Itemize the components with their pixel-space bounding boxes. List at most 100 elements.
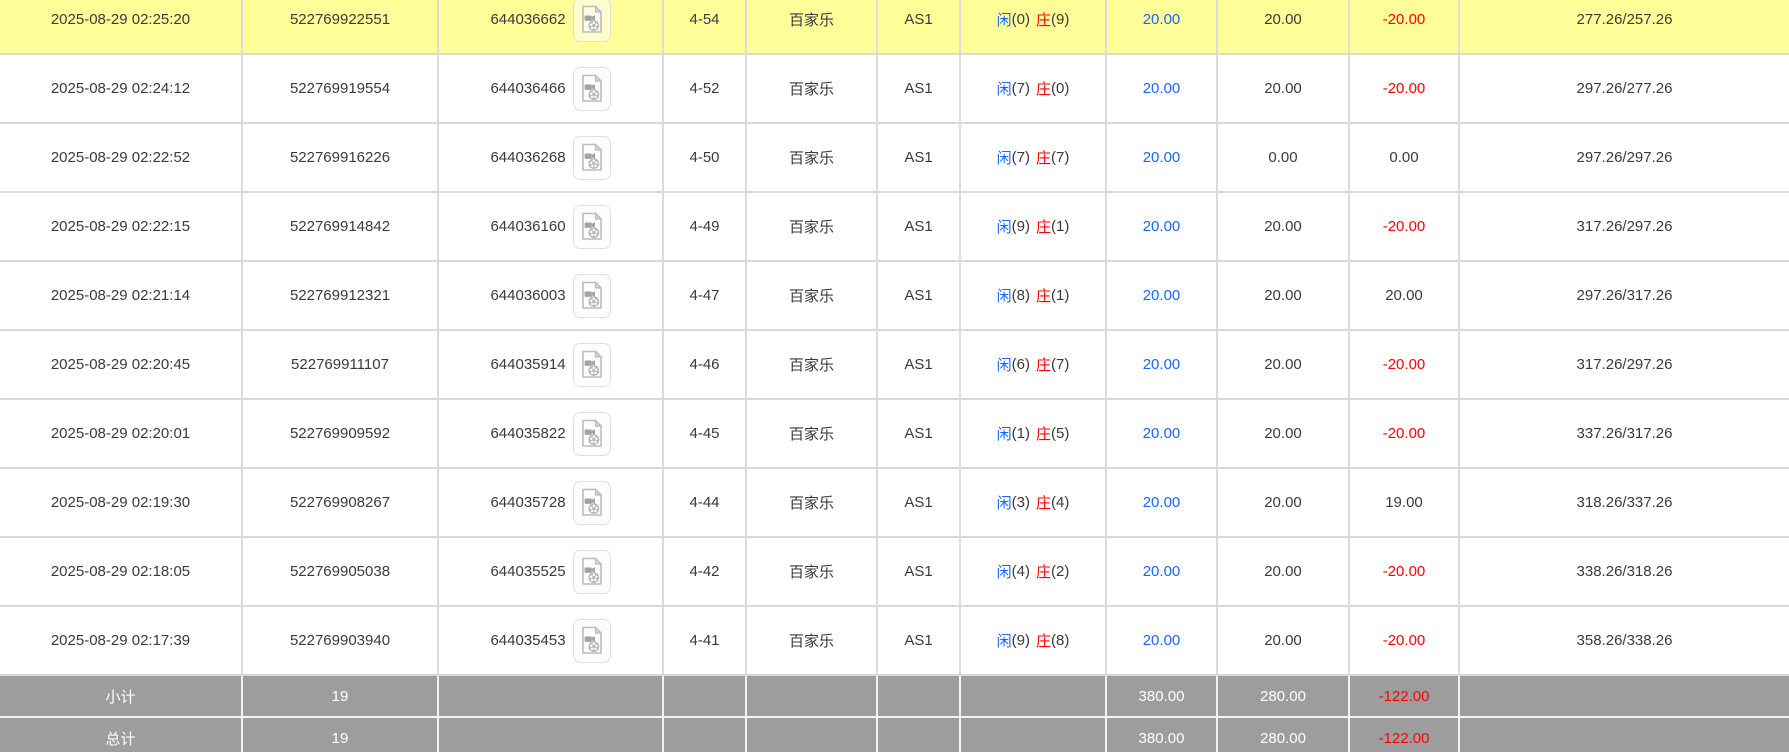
cell-round: 4-47 bbox=[664, 262, 747, 329]
table-row: 2025-08-29 02:20:45522769911107644035914… bbox=[0, 331, 1789, 400]
replay-video-button[interactable] bbox=[573, 343, 611, 387]
replay-video-button[interactable] bbox=[573, 0, 611, 42]
cell-valid-amount: 0.00 bbox=[1218, 124, 1350, 191]
cell-round-text: 4-50 bbox=[689, 149, 719, 166]
cell-valid-amount: 20.00 bbox=[1218, 331, 1350, 398]
table-row: 2025-08-29 02:24:12522769919554644036466… bbox=[0, 55, 1789, 124]
cell-time: 2025-08-29 02:18:05 bbox=[0, 538, 243, 605]
summary-cell-time: 小计 bbox=[0, 676, 243, 716]
summary-win_loss_total: -122.00 bbox=[1379, 688, 1430, 705]
cell-bet-amount-text: 20.00 bbox=[1143, 563, 1181, 580]
banker-score: (0) bbox=[1051, 80, 1069, 97]
cell-game-id-text: 644036160 bbox=[490, 218, 565, 235]
cell-bet-amount: 20.00 bbox=[1107, 538, 1218, 605]
replay-video-button[interactable] bbox=[573, 619, 611, 663]
cell-time-text: 2025-08-29 02:22:15 bbox=[51, 218, 190, 235]
banker-score: (1) bbox=[1051, 287, 1069, 304]
cell-bet-amount-text: 20.00 bbox=[1143, 149, 1181, 166]
bet-history-table-view: 2025-08-29 02:25:20522769922551644036662… bbox=[0, 0, 1789, 752]
cell-bet-amount: 20.00 bbox=[1107, 193, 1218, 260]
cell-game-id: 644035525 bbox=[439, 538, 664, 605]
summary-cell-game-id bbox=[439, 676, 664, 716]
cell-balance-text: 297.26/277.26 bbox=[1577, 80, 1673, 97]
cell-table: AS1 bbox=[878, 400, 961, 467]
cell-valid-amount-text: 20.00 bbox=[1264, 494, 1302, 511]
cell-game-type-text: 百家乐 bbox=[789, 354, 834, 375]
cell-balance: 297.26/317.26 bbox=[1460, 262, 1789, 329]
bet-rows: 2025-08-29 02:25:20522769922551644036662… bbox=[0, 0, 1789, 676]
cell-game-type-text: 百家乐 bbox=[789, 630, 834, 651]
bet-history-table: 2025-08-29 02:25:20522769922551644036662… bbox=[0, 0, 1789, 752]
cell-round: 4-46 bbox=[664, 331, 747, 398]
banker-label: 庄 bbox=[1036, 354, 1051, 375]
replay-video-button[interactable] bbox=[573, 205, 611, 249]
cell-game-type-text: 百家乐 bbox=[789, 216, 834, 237]
banker-score: (1) bbox=[1051, 218, 1069, 235]
cell-time-text: 2025-08-29 02:22:52 bbox=[51, 149, 190, 166]
cell-game-id-text: 644035525 bbox=[490, 563, 565, 580]
cell-win-loss: 19.00 bbox=[1350, 469, 1460, 536]
video-file-icon bbox=[580, 557, 604, 586]
player-score: (1) bbox=[1012, 425, 1030, 442]
cell-round-text: 4-47 bbox=[689, 287, 719, 304]
replay-video-button[interactable] bbox=[573, 274, 611, 318]
cell-win-loss: 0.00 bbox=[1350, 124, 1460, 191]
replay-video-button[interactable] bbox=[573, 550, 611, 594]
cell-table: AS1 bbox=[878, 193, 961, 260]
cell-game-type: 百家乐 bbox=[747, 469, 878, 536]
replay-video-button[interactable] bbox=[573, 412, 611, 456]
cell-table-text: AS1 bbox=[904, 149, 932, 166]
cell-table: AS1 bbox=[878, 55, 961, 122]
cell-game-id-text: 644036268 bbox=[490, 149, 565, 166]
cell-balance-text: 337.26/317.26 bbox=[1577, 425, 1673, 442]
summary-cell-game-id bbox=[439, 718, 664, 752]
summary-cell-round bbox=[664, 718, 747, 752]
cell-balance: 297.26/277.26 bbox=[1460, 55, 1789, 122]
player-score: (9) bbox=[1012, 218, 1030, 235]
cell-time: 2025-08-29 02:22:15 bbox=[0, 193, 243, 260]
cell-time: 2025-08-29 02:17:39 bbox=[0, 607, 243, 674]
banker-score: (5) bbox=[1051, 425, 1069, 442]
cell-valid-amount-text: 20.00 bbox=[1264, 287, 1302, 304]
cell-bet-id: 522769909592 bbox=[243, 400, 439, 467]
cell-bet-id-text: 522769911107 bbox=[291, 356, 389, 373]
replay-video-button[interactable] bbox=[573, 481, 611, 525]
cell-game-id: 644036003 bbox=[439, 262, 664, 329]
banker-score: (7) bbox=[1051, 149, 1069, 166]
cell-balance-text: 297.26/317.26 bbox=[1577, 287, 1673, 304]
cell-table: AS1 bbox=[878, 0, 961, 53]
cell-table-text: AS1 bbox=[904, 356, 932, 373]
cell-win-loss-text: 20.00 bbox=[1385, 287, 1423, 304]
banker-label: 庄 bbox=[1036, 216, 1051, 237]
cell-valid-amount: 20.00 bbox=[1218, 400, 1350, 467]
cell-bet-id-text: 522769908267 bbox=[290, 494, 390, 511]
cell-bet-id: 522769922551 bbox=[243, 0, 439, 53]
table-row: 2025-08-29 02:21:14522769912321644036003… bbox=[0, 262, 1789, 331]
cell-table-text: AS1 bbox=[904, 218, 932, 235]
cell-valid-amount: 20.00 bbox=[1218, 469, 1350, 536]
player-label: 闲 bbox=[997, 630, 1012, 651]
table-row: 2025-08-29 02:19:30522769908267644035728… bbox=[0, 469, 1789, 538]
cell-bet-amount-text: 20.00 bbox=[1143, 218, 1181, 235]
replay-video-button[interactable] bbox=[573, 67, 611, 111]
cell-bet-amount: 20.00 bbox=[1107, 400, 1218, 467]
cell-time: 2025-08-29 02:25:20 bbox=[0, 0, 243, 53]
cell-valid-amount-text: 20.00 bbox=[1264, 356, 1302, 373]
summary-cell-time: 总计 bbox=[0, 718, 243, 752]
cell-valid-amount: 20.00 bbox=[1218, 607, 1350, 674]
table-row: 2025-08-29 02:22:15 522769914842 644036160… bbox=[0, 193, 1789, 262]
cell-time-text: 2025-08-29 02:17:39 bbox=[51, 632, 190, 649]
cell-balance: 277.26/257.26 bbox=[1460, 0, 1789, 53]
banker-score: (8) bbox=[1051, 632, 1069, 649]
cell-bet-id: 522769914842 bbox=[243, 193, 439, 260]
cell-game-id: 644035728 bbox=[439, 469, 664, 536]
cell-table: AS1 bbox=[878, 469, 961, 536]
replay-video-button[interactable] bbox=[573, 136, 611, 180]
cell-game-type-text: 百家乐 bbox=[789, 492, 834, 513]
banker-score: (4) bbox=[1051, 494, 1069, 511]
summary-valid_total: 280.00 bbox=[1260, 730, 1306, 747]
cell-bet-id: 522769919554 bbox=[243, 55, 439, 122]
banker-label: 庄 bbox=[1036, 78, 1051, 99]
table-row: 2025-08-29 02:18:05522769905038644035525… bbox=[0, 538, 1789, 607]
cell-bet-amount: 20.00 bbox=[1107, 262, 1218, 329]
